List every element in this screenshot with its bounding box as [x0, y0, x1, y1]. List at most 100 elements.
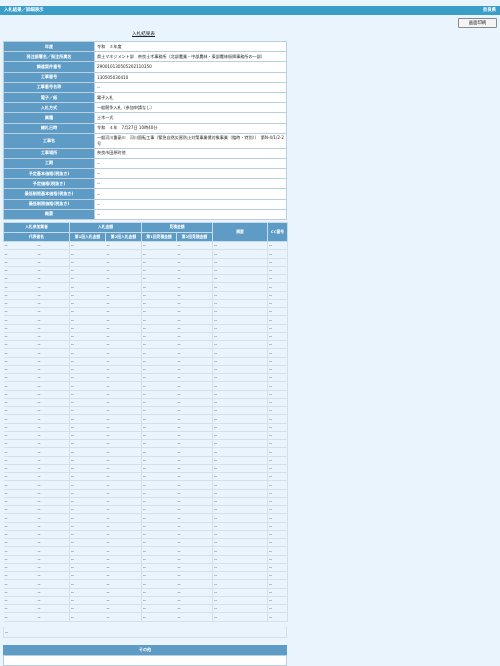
- info-value: 土木一式: [94, 112, 287, 124]
- table-cell: --: [176, 538, 213, 548]
- table-cell: --: [212, 555, 268, 564]
- table-cell: --: [212, 282, 268, 292]
- table-cell: --: [69, 522, 106, 531]
- table-cell: --: [3, 497, 37, 507]
- table-cell: --: [3, 423, 37, 432]
- table-cell: --: [3, 266, 37, 276]
- table-cell: --: [176, 571, 213, 581]
- table-cell: --: [3, 406, 37, 416]
- table-cell: --: [3, 522, 37, 531]
- table-cell: --: [105, 340, 142, 350]
- table-cell: --: [212, 439, 268, 449]
- info-row: 最低制限基本価格(税抜き) --: [3, 188, 287, 200]
- table-cell: --: [105, 282, 142, 292]
- info-row: 開札日時 令和 ４年 7月27日 10時40分: [3, 122, 287, 134]
- table-row: -- -- -- -- -- -- -- --: [3, 340, 288, 350]
- table-cell: --: [3, 579, 37, 589]
- table-cell: --: [212, 563, 268, 573]
- table-cell: --: [105, 513, 142, 523]
- info-row: 電子／紙 電子入札: [3, 91, 287, 104]
- table-cell: --: [176, 431, 213, 441]
- table-cell: --: [36, 431, 70, 441]
- table-row: -- -- -- -- -- -- -- --: [3, 456, 288, 465]
- table-row: -- -- -- -- -- -- -- --: [3, 447, 288, 457]
- table-row: -- -- -- -- -- -- -- --: [3, 505, 288, 515]
- table-row: -- -- -- -- -- -- -- --: [3, 588, 288, 597]
- table-cell: --: [36, 530, 70, 540]
- table-cell: --: [176, 546, 213, 556]
- table-cell: --: [141, 489, 177, 498]
- table-cell: --: [141, 348, 177, 358]
- table-cell: --: [69, 538, 106, 548]
- table-cell: --: [176, 423, 213, 432]
- table-cell: --: [212, 571, 268, 581]
- table-row: -- -- -- -- -- -- -- --: [3, 307, 288, 317]
- table-cell: --: [212, 546, 268, 556]
- table-cell: --: [105, 274, 142, 284]
- table-cell: --: [267, 596, 288, 606]
- other-section-header: その他: [3, 645, 287, 655]
- info-value: 奈良市田原町他: [94, 147, 287, 159]
- table-cell: --: [69, 357, 106, 366]
- table-cell: --: [267, 266, 288, 276]
- table-cell: --: [267, 258, 288, 267]
- representative-header: 代表者名: [3, 231, 70, 243]
- table-cell: --: [69, 563, 106, 573]
- table-cell: --: [36, 357, 70, 366]
- table-row: -- -- -- -- -- -- -- --: [3, 571, 288, 581]
- table-cell: --: [212, 604, 268, 614]
- table-cell: --: [69, 571, 106, 581]
- table-cell: --: [267, 546, 288, 556]
- table-cell: --: [176, 563, 213, 573]
- table-row: -- -- -- -- -- -- -- --: [3, 546, 288, 556]
- table-cell: --: [176, 489, 213, 498]
- table-cell: --: [176, 522, 213, 531]
- table-row: -- -- -- -- -- -- -- --: [3, 563, 288, 573]
- print-screen-button[interactable]: 画面印刷: [458, 18, 497, 28]
- table-cell: --: [212, 596, 268, 606]
- info-row: 業種 土木一式: [3, 112, 287, 124]
- table-cell: --: [36, 604, 70, 614]
- info-value: 一般競争入札（参加申請なし）: [94, 102, 287, 114]
- table-cell: --: [105, 530, 142, 540]
- table-cell: --: [141, 538, 177, 548]
- table-cell: --: [105, 307, 142, 317]
- table-cell: --: [212, 579, 268, 589]
- table-row: -- -- -- -- -- -- -- --: [3, 431, 288, 441]
- info-label: 予定基本価格(税抜き): [3, 168, 95, 180]
- info-label: 工事番号名称: [3, 81, 95, 93]
- table-cell: --: [69, 555, 106, 564]
- participant-header: 入札参加業者: [3, 222, 70, 233]
- table-cell: --: [69, 365, 106, 375]
- info-value: --: [94, 198, 287, 210]
- table-cell: --: [176, 291, 213, 300]
- table-cell: --: [69, 299, 106, 309]
- table-cell: --: [267, 447, 288, 457]
- table-cell: --: [141, 596, 177, 606]
- table-cell: --: [267, 505, 288, 515]
- table-cell: --: [176, 373, 213, 383]
- nego-amount-header: 見積金額: [141, 222, 213, 233]
- table-cell: --: [176, 381, 213, 391]
- table-cell: --: [105, 456, 142, 465]
- table-cell: --: [105, 315, 142, 325]
- bid1-header: 第1回入札金額: [69, 231, 106, 243]
- info-value: --: [94, 208, 287, 221]
- table-cell: --: [267, 489, 288, 498]
- table-cell: --: [141, 258, 177, 267]
- table-cell: --: [3, 604, 37, 614]
- table-cell: --: [36, 307, 70, 317]
- table-cell: --: [36, 299, 70, 309]
- table-cell: --: [141, 357, 177, 366]
- table-cell: --: [69, 291, 106, 300]
- table-cell: --: [69, 431, 106, 441]
- table-cell: --: [176, 315, 213, 325]
- table-cell: --: [141, 390, 177, 399]
- info-row: 工事場所 奈良市田原町他: [3, 147, 287, 159]
- info-value: --: [94, 178, 287, 190]
- table-cell: --: [36, 513, 70, 523]
- table-cell: --: [3, 398, 37, 408]
- table-cell: --: [141, 563, 177, 573]
- table-row: -- -- -- -- -- -- -- --: [3, 398, 288, 408]
- table-cell: --: [69, 241, 106, 251]
